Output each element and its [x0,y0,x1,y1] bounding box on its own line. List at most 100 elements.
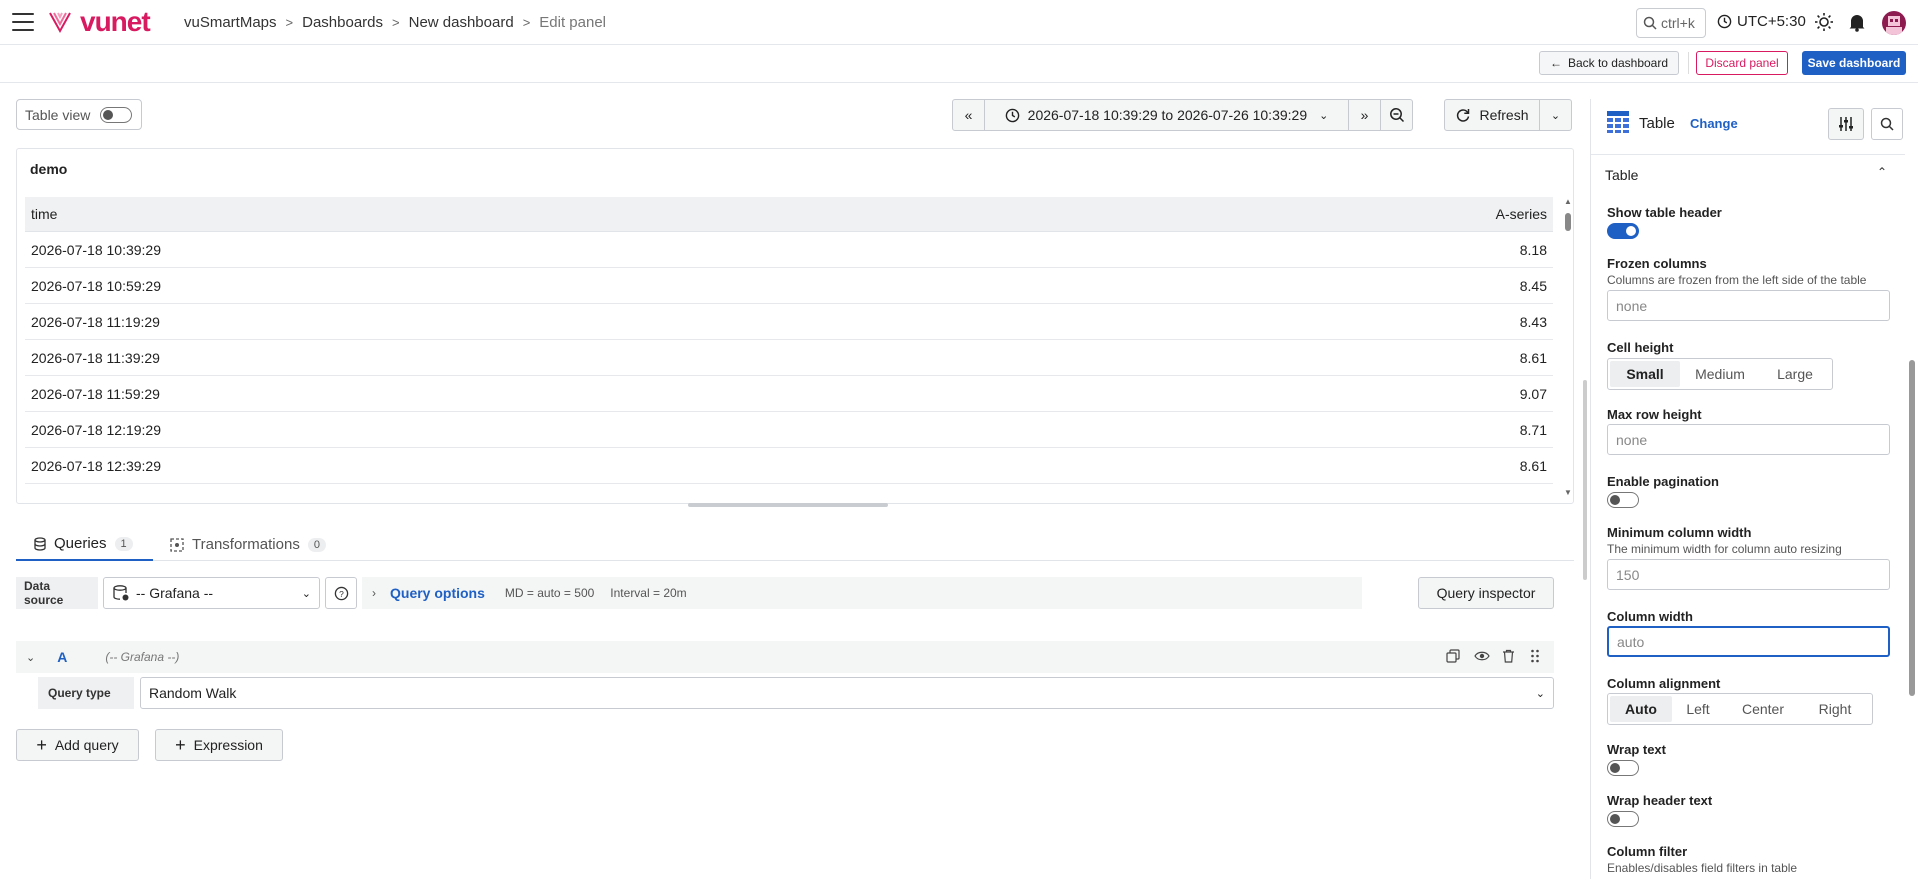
discard-panel-button[interactable]: Discard panel [1696,51,1788,75]
search-shortcut: ctrl+k [1661,15,1695,31]
cell-height-large[interactable]: Large [1760,361,1830,387]
clock-icon [1717,14,1732,29]
scrollbar-thumb[interactable] [1909,360,1915,696]
search-icon [1880,117,1894,131]
refresh-interval-dropdown[interactable]: ⌄ [1539,99,1572,131]
brand-logo[interactable]: vunet [48,8,151,36]
timezone-picker[interactable]: UTC+5:30 [1717,13,1806,30]
options-settings-button[interactable] [1828,108,1864,140]
panel-preview: demo time A-series 2026-07-18 10:39:29 8.… [16,148,1574,504]
align-center[interactable]: Center [1724,696,1802,722]
cell-height-medium[interactable]: Medium [1680,361,1760,387]
help-button[interactable]: ? [325,577,357,609]
tab-queries[interactable]: Queries 1 [16,528,153,561]
chevron-down-icon: ⌄ [301,587,311,600]
pagination-label: Enable pagination [1607,474,1719,489]
clock-icon [1005,108,1019,122]
table-scrollbar[interactable]: ▲ ▼ [1563,197,1573,497]
table-row: 2026-07-18 12:39:29 8.61 [25,448,1553,484]
column-header-time[interactable]: time [31,206,57,222]
min-column-width-desc: The minimum width for column auto resizi… [1607,542,1842,556]
cell-time: 2026-07-18 12:39:29 [31,457,161,474]
viz-picker-bar: Table Change [1591,99,1905,155]
theme-toggle-icon[interactable] [1814,12,1834,32]
data-source-picker[interactable]: -- Grafana -- ⌄ [103,577,320,609]
editor-scrollbar[interactable] [1583,380,1587,580]
table-view-toggle[interactable]: Table view [16,99,142,130]
min-column-width-input[interactable]: 150 [1607,559,1890,590]
zoom-out-button[interactable] [1380,99,1413,131]
eye-icon[interactable] [1474,649,1490,666]
collapse-chevron-icon[interactable]: ⌄ [26,651,35,664]
breadcrumb-dashboards[interactable]: Dashboards [302,14,383,31]
chevron-down-icon: ⌄ [1319,109,1329,122]
grafana-datasource-icon [113,585,129,601]
cell-time: 2026-07-18 11:59:29 [31,385,160,402]
time-range-label: 2026-07-18 10:39:29 to 2026-07-26 10:39:… [1027,107,1308,123]
search-button[interactable]: ctrl+k [1636,8,1706,38]
query-type-select[interactable]: Random Walk ⌄ [140,677,1554,709]
time-shift-back-button[interactable]: « [952,99,985,131]
table-row: 2026-07-18 10:39:29 8.18 [25,232,1553,268]
bell-icon[interactable] [1848,12,1866,32]
breadcrumb-home[interactable]: vuSmartMaps [184,14,277,31]
wrap-header-switch[interactable] [1607,811,1639,827]
chevron-right-icon: > [285,15,294,30]
breadcrumb-new-dashboard[interactable]: New dashboard [409,14,514,31]
time-range-picker[interactable]: 2026-07-18 10:39:29 to 2026-07-26 10:39:… [984,99,1349,131]
panel-resize-handle[interactable] [688,503,888,507]
search-options-button[interactable] [1871,108,1903,140]
add-query-button[interactable]: + Add query [16,729,139,761]
brand-mark-icon [49,12,71,34]
tab-transformations[interactable]: Transformations 0 [170,528,326,561]
add-expression-button[interactable]: + Expression [155,729,283,761]
column-width-label: Column width [1607,609,1693,624]
column-header-a-series[interactable]: A-series [1496,206,1547,222]
wrap-text-switch[interactable] [1607,760,1639,776]
chevron-up-icon[interactable]: ⌃ [1877,165,1887,179]
align-left[interactable]: Left [1672,696,1724,722]
column-width-input[interactable]: auto [1607,626,1890,657]
query-inspector-button[interactable]: Query inspector [1418,577,1554,609]
data-table: time A-series 2026-07-18 10:39:29 8.18 20… [25,197,1553,484]
options-scrollbar[interactable] [1908,155,1916,879]
sliders-icon [1839,117,1853,131]
section-title[interactable]: Table [1605,167,1638,183]
max-row-height-label: Max row height [1607,407,1702,422]
frozen-columns-input[interactable]: none [1607,290,1890,321]
duplicate-query-icon[interactable] [1446,649,1460,666]
user-avatar[interactable] [1882,11,1906,35]
query-options-label: Query options [390,585,485,601]
change-viz-link[interactable]: Change [1690,116,1738,131]
column-filter-label: Column filter [1607,844,1688,859]
pagination-switch[interactable] [1607,492,1639,508]
query-ref-id[interactable]: A [57,649,67,665]
viz-name: Table [1639,115,1675,132]
menu-icon[interactable] [12,13,34,31]
cell-value: 8.43 [1519,313,1547,330]
max-row-height-input[interactable]: none [1607,424,1890,455]
cell-value: 8.61 [1519,349,1547,366]
data-source-label: Data source [16,577,98,609]
column-alignment-label: Column alignment [1607,676,1721,691]
align-auto[interactable]: Auto [1610,696,1672,722]
column-filter-desc: Enables/disables field filters in table [1607,861,1798,875]
drag-handle-icon[interactable] [1530,649,1540,666]
scrollbar-thumb[interactable] [1565,213,1571,231]
refresh-button[interactable]: Refresh [1444,99,1540,131]
transformations-count-badge: 0 [307,537,326,552]
cell-height-small[interactable]: Small [1610,361,1680,387]
divider [1688,52,1689,74]
time-shift-forward-button[interactable]: » [1348,99,1381,131]
back-to-dashboard-button[interactable]: ← Back to dashboard [1539,51,1679,75]
query-options-bar[interactable]: › Query options MD = auto = 500 Interval… [362,577,1362,609]
trash-icon[interactable] [1502,649,1515,666]
breadcrumb-current: Edit panel [539,14,606,31]
data-source-value: -- Grafana -- [136,585,214,601]
table-view-switch[interactable] [100,106,133,123]
cell-value: 9.07 [1519,385,1547,402]
align-right[interactable]: Right [1802,696,1868,722]
table-header: time A-series [25,197,1553,232]
show-header-switch[interactable] [1607,223,1639,239]
save-dashboard-button[interactable]: Save dashboard [1802,51,1906,75]
